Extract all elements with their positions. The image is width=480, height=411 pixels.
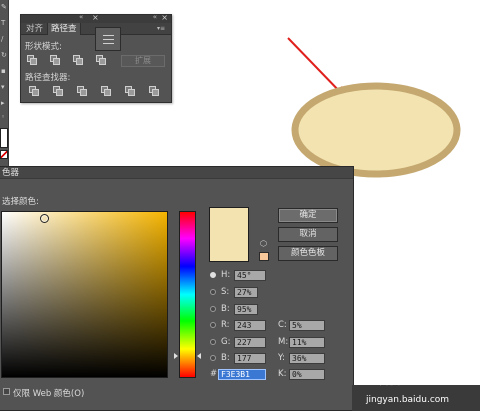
brightness-input[interactable]: 95% bbox=[234, 304, 258, 315]
web-colors-only-label: 仅限 Web 颜色(O) bbox=[13, 389, 85, 399]
none-swatch-icon[interactable] bbox=[0, 150, 8, 159]
shape-modes-label: 形状模式: bbox=[25, 42, 62, 52]
hue-input[interactable]: 45° bbox=[234, 270, 266, 281]
hue-radio[interactable] bbox=[210, 272, 216, 278]
pathfinders-label: 路径查找器: bbox=[25, 73, 71, 83]
panel-titlebar[interactable]: « × « × bbox=[21, 13, 171, 23]
brightness-label: B: bbox=[221, 304, 230, 314]
unite-icon[interactable] bbox=[27, 55, 37, 65]
saturation-input[interactable]: 27% bbox=[234, 287, 258, 298]
green-label: G: bbox=[221, 337, 231, 347]
cyan-row: C: 5% bbox=[278, 320, 328, 331]
websafe-warning-icon[interactable]: ⬡ bbox=[260, 239, 267, 248]
hex-input[interactable]: F3E3B1 bbox=[218, 369, 266, 380]
type-tool-icon[interactable]: T bbox=[1, 20, 7, 27]
dialog-title[interactable]: 色器 bbox=[0, 167, 353, 179]
pen-tool-icon[interactable]: ✎ bbox=[1, 4, 7, 11]
cyan-input[interactable]: 5% bbox=[289, 320, 325, 331]
tools-panel: ✎ T / ↻ ▪ ▾ ▸ ◦ bbox=[0, 0, 9, 170]
magenta-label: M: bbox=[278, 337, 289, 347]
trim-icon[interactable] bbox=[53, 86, 63, 96]
hex-prefix: # bbox=[210, 369, 218, 379]
ellipse-shape[interactable] bbox=[291, 82, 461, 178]
merge-icon[interactable] bbox=[77, 86, 87, 96]
select-color-label: 选择颜色: bbox=[2, 197, 39, 207]
close-icon[interactable]: × bbox=[92, 13, 99, 22]
yellow-input[interactable]: 36% bbox=[289, 353, 325, 364]
watermark-url: jingyan.baidu.com bbox=[366, 395, 450, 405]
green-input[interactable]: 227 bbox=[234, 337, 266, 348]
color-swatches-button[interactable]: 颜色色板 bbox=[278, 246, 338, 261]
close-icon[interactable]: × bbox=[161, 13, 168, 22]
web-colors-only-checkbox[interactable] bbox=[3, 388, 10, 395]
intersect-icon[interactable] bbox=[73, 55, 83, 65]
cyan-label: C: bbox=[278, 320, 287, 330]
minus-front-icon[interactable] bbox=[50, 55, 60, 65]
saturation-label: S: bbox=[221, 287, 230, 297]
crop-icon[interactable] bbox=[101, 86, 111, 96]
expand-button[interactable]: 扩展 bbox=[121, 55, 165, 67]
blue-row: B: 177 bbox=[210, 353, 270, 364]
websafe-color-swatch[interactable] bbox=[259, 252, 269, 261]
pathfinder-panel: « × « × 对齐 路径查 ▾≡ 形状模式: 扩展 路径查找器: bbox=[20, 13, 172, 103]
red-radio[interactable] bbox=[210, 322, 216, 328]
yellow-row: Y: 36% bbox=[278, 353, 328, 364]
outline-icon[interactable] bbox=[125, 86, 135, 96]
zoom-tool-icon[interactable]: ◦ bbox=[1, 114, 7, 121]
hand-tool-icon[interactable]: ▸ bbox=[1, 100, 7, 107]
scale-tool-icon[interactable]: ▪ bbox=[1, 68, 7, 75]
magenta-input[interactable]: 11% bbox=[289, 337, 325, 348]
line-tool-icon[interactable]: / bbox=[1, 36, 7, 43]
hex-row: # F3E3B1 bbox=[210, 369, 270, 380]
black-input[interactable]: 0% bbox=[289, 369, 325, 380]
green-radio[interactable] bbox=[210, 339, 216, 345]
collapse-icon[interactable]: « bbox=[153, 13, 157, 21]
collapse-icon[interactable]: « bbox=[79, 13, 83, 21]
exclude-icon[interactable] bbox=[96, 55, 106, 65]
divide-icon[interactable] bbox=[29, 86, 39, 96]
eyedropper-tool-icon[interactable]: ▾ bbox=[1, 84, 7, 91]
green-row: G: 227 bbox=[210, 337, 270, 348]
black-label: K: bbox=[278, 369, 287, 379]
brightness-row: B: 95% bbox=[210, 304, 270, 315]
panel-menu-icon[interactable]: ▾≡ bbox=[157, 25, 165, 32]
hamburger-menu-icon[interactable] bbox=[95, 27, 121, 51]
saturation-row: S: 27% bbox=[210, 287, 270, 298]
color-field-picker[interactable] bbox=[40, 214, 49, 223]
blue-label: B: bbox=[221, 353, 230, 363]
red-label: R: bbox=[221, 320, 230, 330]
baidu-watermark: Bai百度 bbox=[360, 374, 401, 387]
fill-swatch[interactable] bbox=[0, 128, 8, 148]
ok-button[interactable]: 确定 bbox=[278, 208, 338, 223]
tab-align[interactable]: 对齐 bbox=[23, 23, 46, 35]
blue-radio[interactable] bbox=[210, 355, 216, 361]
cancel-button[interactable]: 取消 bbox=[278, 227, 338, 242]
color-field[interactable] bbox=[1, 211, 168, 378]
hue-row: H: 45° bbox=[210, 270, 270, 281]
hue-label: H: bbox=[221, 270, 231, 280]
tab-pathfinder[interactable]: 路径查 bbox=[47, 23, 81, 35]
blue-input[interactable]: 177 bbox=[234, 353, 266, 364]
magenta-row: M: 11% bbox=[278, 337, 328, 348]
new-color-swatch bbox=[209, 207, 249, 262]
yellow-label: Y: bbox=[278, 353, 285, 363]
brightness-radio[interactable] bbox=[210, 306, 216, 312]
minus-back-icon[interactable] bbox=[149, 86, 159, 96]
annotation-arrow bbox=[287, 37, 345, 97]
hue-slider-left-marker[interactable] bbox=[174, 353, 178, 359]
black-row: K: 0% bbox=[278, 369, 328, 380]
saturation-radio[interactable] bbox=[210, 289, 216, 295]
red-row: R: 243 bbox=[210, 320, 270, 331]
rotate-tool-icon[interactable]: ↻ bbox=[1, 52, 7, 59]
hue-slider-right-marker[interactable] bbox=[197, 353, 201, 359]
hue-slider[interactable] bbox=[179, 211, 196, 378]
red-input[interactable]: 243 bbox=[234, 320, 266, 331]
